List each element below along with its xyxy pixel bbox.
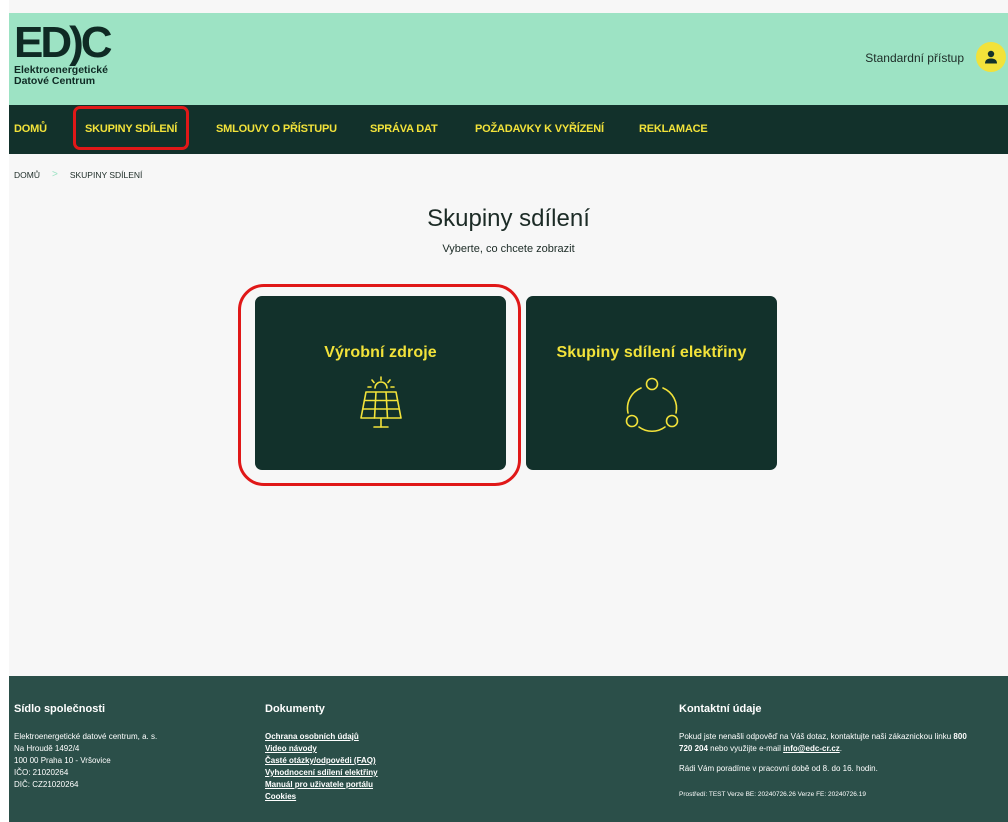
footer-contact-hours: Rádi Vám poradíme v pracovní době od 8. … <box>679 764 878 773</box>
footer-link-user-manual[interactable]: Manuál pro uživatele portálu <box>265 779 378 791</box>
footer-link-sharing-evaluation[interactable]: Vyhodnocení sdílení elektřiny <box>265 767 378 779</box>
logo-mark: ED)C <box>14 18 113 67</box>
card-highlight-annotation <box>238 284 521 486</box>
header: ED)C Elektroenergetické Datové Centrum S… <box>9 13 1008 105</box>
footer: Sídlo společnosti Elektroenergetické dat… <box>9 676 1008 822</box>
footer-company-line: Na Hroudě 1492/4 <box>14 744 80 753</box>
contact-email-intro: nebo využijte e-mail <box>707 744 784 753</box>
footer-documents-heading: Dokumenty <box>265 703 325 715</box>
nav-highlight-annotation <box>73 106 189 150</box>
footer-company-line: Elektroenergetické datové centrum, a. s. <box>14 732 158 741</box>
breadcrumb-home[interactable]: DOMŮ <box>14 170 40 180</box>
breadcrumb-current: SKUPINY SDÍLENÍ <box>69 169 143 180</box>
contact-email-link[interactable]: info@edc-cr.cz <box>783 744 840 753</box>
nav-item-complaints[interactable]: REKLAMACE <box>639 105 708 154</box>
footer-company: Sídlo společnosti Elektroenergetické dat… <box>14 676 157 791</box>
user-icon[interactable] <box>976 42 1006 72</box>
footer-documents: Dokumenty Ochrana osobních údajů Video n… <box>265 676 378 803</box>
footer-company-heading: Sídlo společnosti <box>14 703 106 715</box>
page-subtitle: Vyberte, co chcete zobrazit <box>442 243 575 255</box>
footer-company-line: 100 00 Praha 10 - Vršovice <box>14 756 111 765</box>
footer-link-video-guides[interactable]: Video návody <box>265 743 378 755</box>
contact-end: . <box>839 744 843 753</box>
footer-link-privacy[interactable]: Ochrana osobních údajů <box>265 731 378 743</box>
footer-link-faq[interactable]: Časté otázky/odpovědi (FAQ) <box>265 755 378 767</box>
card-electricity-sharing-groups[interactable]: Skupiny sdílení elektřiny <box>526 296 777 470</box>
logo-line-2: Datové Centrum <box>14 75 96 87</box>
page-title: Skupiny sdílení <box>427 205 590 232</box>
footer-link-cookies[interactable]: Cookies <box>265 791 378 803</box>
footer-contact-text: Pokud jste nenašli odpověď na Váš dotaz,… <box>679 731 979 755</box>
footer-environment-versions: Prostředí: TEST Verze BE: 20240726.26 Ve… <box>679 791 866 798</box>
nav-item-pending-requests[interactable]: POŽADAVKY K VYŘÍZENÍ <box>475 105 604 154</box>
breadcrumb: DOMŮ > SKUPINY SDÍLENÍ <box>14 169 142 180</box>
card-title-electricity-sharing-groups: Skupiny sdílení elektřiny <box>556 344 747 361</box>
access-level-label: Standardní přístup <box>865 51 964 65</box>
footer-contact-heading: Kontaktní údaje <box>679 703 762 715</box>
nav-item-home[interactable]: DOMŮ <box>14 105 47 154</box>
footer-company-line: DIČ: CZ21020264 <box>14 780 79 789</box>
contact-intro: Pokud jste nenašli odpověď na Váš dotaz,… <box>679 732 954 741</box>
nav-item-data-management[interactable]: SPRÁVA DAT <box>370 105 438 154</box>
chevron-right-icon: > <box>51 169 58 180</box>
footer-company-line: IČO: 21020264 <box>14 768 69 777</box>
page: ED)C Elektroenergetické Datové Centrum S… <box>9 0 1008 822</box>
nav-item-access-contracts[interactable]: SMLOUVY O PŘÍSTUPU <box>216 105 337 154</box>
footer-contact: Kontaktní údaje Pokud jste nenašli odpov… <box>679 676 999 798</box>
edc-logo[interactable]: ED)C Elektroenergetické Datové Centrum <box>14 21 154 101</box>
sharing-circle-icon <box>623 376 681 439</box>
